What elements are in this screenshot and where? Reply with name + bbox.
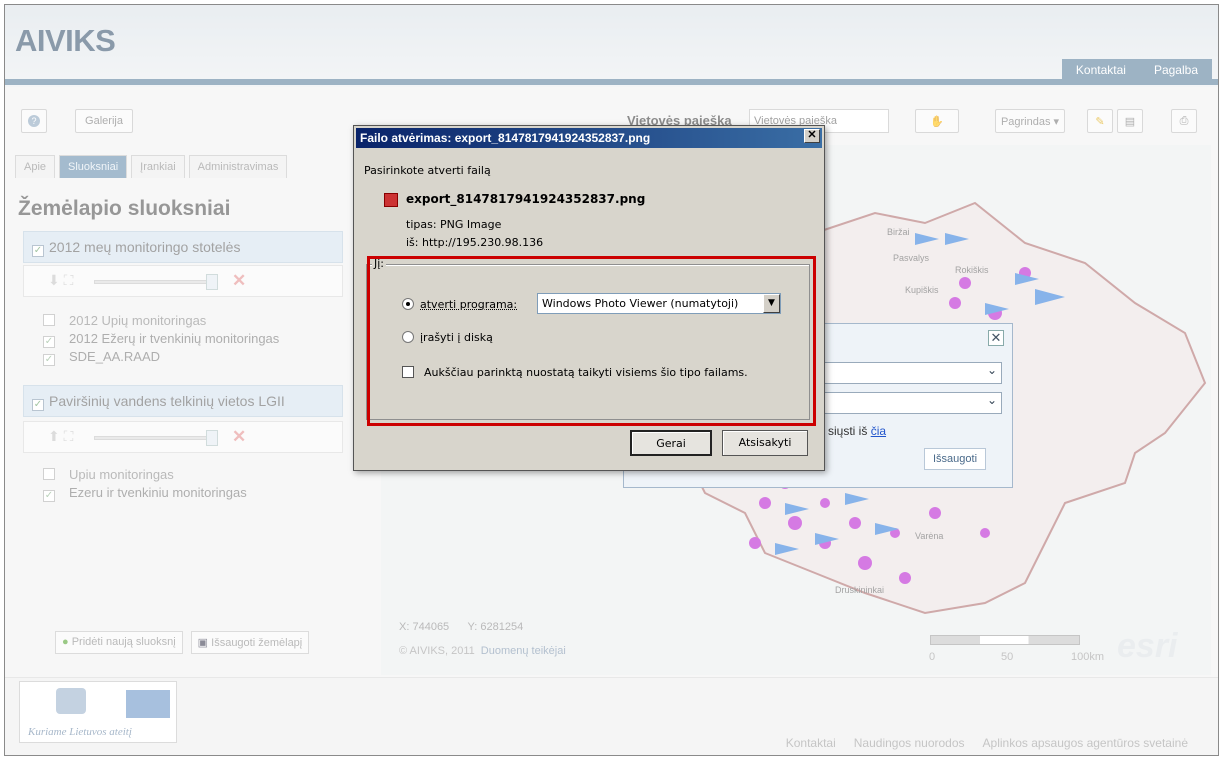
close-icon[interactable]: ✕	[988, 330, 1004, 346]
file-source: iš: http://195.230.98.136	[406, 236, 544, 249]
file-name: export_8147817941924352837.png	[406, 192, 646, 206]
highlight-box	[367, 256, 816, 426]
format-select[interactable]	[824, 362, 1002, 384]
size-select[interactable]	[824, 392, 1002, 414]
dialog-intro: Pasirinkote atverti failą	[364, 164, 491, 177]
dialog-title: Failo atvėrimas: export_8147817941924352…	[356, 128, 822, 148]
download-text: siųsti iš čia	[828, 424, 887, 438]
close-icon[interactable]: ✕	[804, 129, 820, 143]
png-file-icon	[384, 193, 398, 207]
download-link[interactable]: čia	[871, 424, 886, 438]
export-save-button[interactable]: Išsaugoti	[924, 448, 987, 470]
cancel-button[interactable]: Atsisakyti	[722, 430, 808, 456]
ok-button[interactable]: Gerai	[630, 430, 712, 456]
file-type: tipas: PNG Image	[406, 218, 502, 231]
